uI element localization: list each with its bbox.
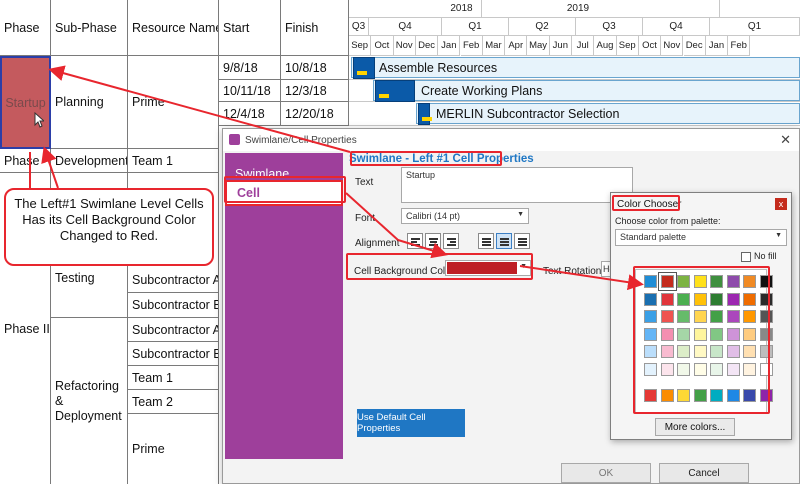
arrow-heading-to-startup <box>48 65 351 153</box>
arrow-cell-to-bg <box>345 192 399 241</box>
arrow-callout-to-cell <box>41 146 59 189</box>
arrow-bg-to-palette <box>519 265 644 291</box>
annotation-arrows <box>29 65 644 291</box>
arrow-cell-to-bg-head <box>397 239 448 259</box>
